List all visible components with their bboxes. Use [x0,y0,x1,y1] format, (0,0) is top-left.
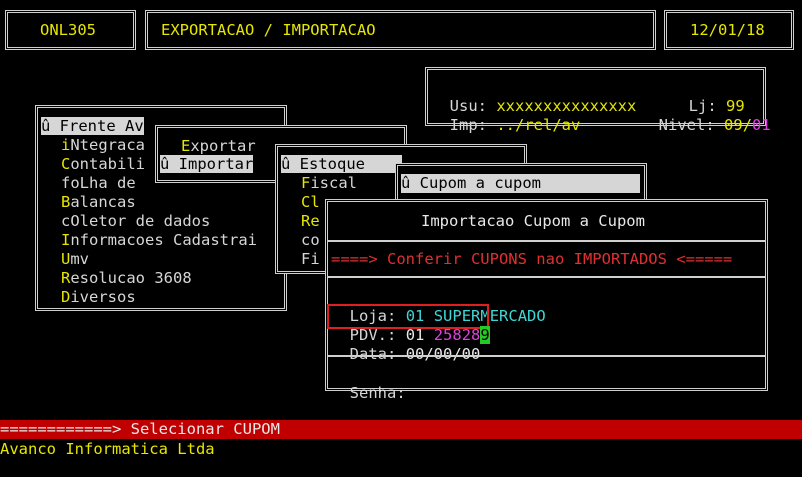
date: 12/01/18 [690,21,765,39]
submenu-item-importar[interactable]: û Importar [160,155,254,174]
submenu-item-re[interactable]: Re [301,212,320,231]
nivel-label: Nivel: [658,116,715,134]
main-menu-item-label: Frente Av [50,117,144,135]
imp-row: Imp: ../rel/av [431,97,581,135]
main-menu-item-integracao[interactable]: iNtegraca [61,136,145,155]
main-menu-item-label: esolucao 3608 [70,269,192,287]
screen-title: EXPORTACAO / IMPORTACAO [161,21,376,39]
main-menu-item-umv[interactable]: Umv [61,250,89,269]
submenu-item-hot: co [301,231,320,249]
submenu-item-label: xportar [190,137,256,155]
main-menu-item-label: Lha de [79,174,136,192]
nivel-separator: / [742,116,753,134]
main-menu-item-hot: û [41,117,51,135]
submenu-item-hot: F [301,174,311,192]
submenu-item-label: Estoque [290,155,365,173]
submenu-item-label: iscal [310,174,358,192]
submenu-item-hot: û [281,155,291,173]
main-menu-item-hot: C [61,155,71,173]
main-menu-item-hot: R [61,269,71,287]
main-menu-item-label: ontabili [70,155,145,173]
main-menu-item-hot: B [61,193,71,211]
main-menu-item-frente[interactable]: û Frente Av [41,117,144,136]
main-menu-item-folha[interactable]: foLha de [61,174,136,193]
imp-label: Imp: [449,116,487,134]
dialog-divider-bottom [328,355,765,357]
main-menu-item-hot: U [61,250,71,268]
dialog-warning: ====> Conferir CUPONS nao IMPORTADOS <==… [331,250,733,268]
status-message: ============> Selecionar CUPOM [0,420,280,438]
text-cursor: 9 [480,326,490,344]
submenu-item-hot: E [181,137,191,155]
nivel-row: Nivel: 09/01 [640,97,771,135]
company-name: Avanco Informatica Ltda [0,440,215,458]
dialog-title: Importacao Cupom a Cupom [421,212,645,230]
main-menu-item-hot: fo [61,174,80,192]
main-menu-item-label: nformacoes Cadastrai [70,231,257,249]
main-menu-item-label: Oletor de dados [70,212,211,230]
submenu-item-hot: û [160,155,170,173]
main-menu-item-contabilidade[interactable]: Contabili [61,155,145,174]
main-menu-item-hot: D [61,288,71,306]
submenu-item-cl[interactable]: Cl [301,193,320,212]
main-menu-item-diversos[interactable]: Diversos [61,288,136,307]
main-menu-item-hot: c [61,212,71,230]
submenu-item-exportar[interactable]: Exportar [181,137,256,156]
submenu-item-hot: Fi [301,250,320,268]
submenu-item-co[interactable]: co [301,231,320,250]
senha-label: Senha: [349,384,406,402]
main-menu-item-informacoes[interactable]: Informacoes Cadastrai [61,231,257,250]
main-menu-item-coletor[interactable]: cOletor de dados [61,212,210,231]
nivel-value-a: 09 [724,116,743,134]
main-menu-item-label: iversos [70,288,136,306]
submenu-item-cupom-a-cupom[interactable]: û Cupom a cupom [401,174,640,193]
submenu-item-fi[interactable]: Fi [301,250,320,269]
nivel-value-b: 01 [752,116,771,134]
submenu-item-hot: Cl [301,193,320,211]
main-menu-item-hot: i [61,136,71,154]
main-menu-item-label: Ntegraca [70,136,145,154]
status-bar: ============> Selecionar CUPOM [0,420,802,439]
main-menu-item-hot: I [61,231,71,249]
data-label: Data: [349,345,397,363]
submenu-item-label: Importar [169,155,254,173]
imp-value: ../rel/av [496,116,581,134]
main-menu-item-balancas[interactable]: Balancas [61,193,136,212]
main-menu-item-label: alancas [70,193,136,211]
data-value[interactable]: 00/00/00 [406,345,481,363]
dialog-divider-mid [328,276,765,278]
dialog-divider-top [328,240,765,242]
submenu-item-fiscal[interactable]: Fiscal [301,174,357,193]
submenu-item-estoque[interactable]: û Estoque [281,155,403,174]
data-row[interactable]: Data: 00/00/00 [331,326,481,364]
main-menu-item-resolucao[interactable]: Resolucao 3608 [61,269,192,288]
main-menu-item-label: mv [70,250,90,268]
submenu-item-hot: Re [301,212,320,230]
program-code: ONL305 [40,21,96,39]
senha-row[interactable]: Senha: [331,365,406,403]
